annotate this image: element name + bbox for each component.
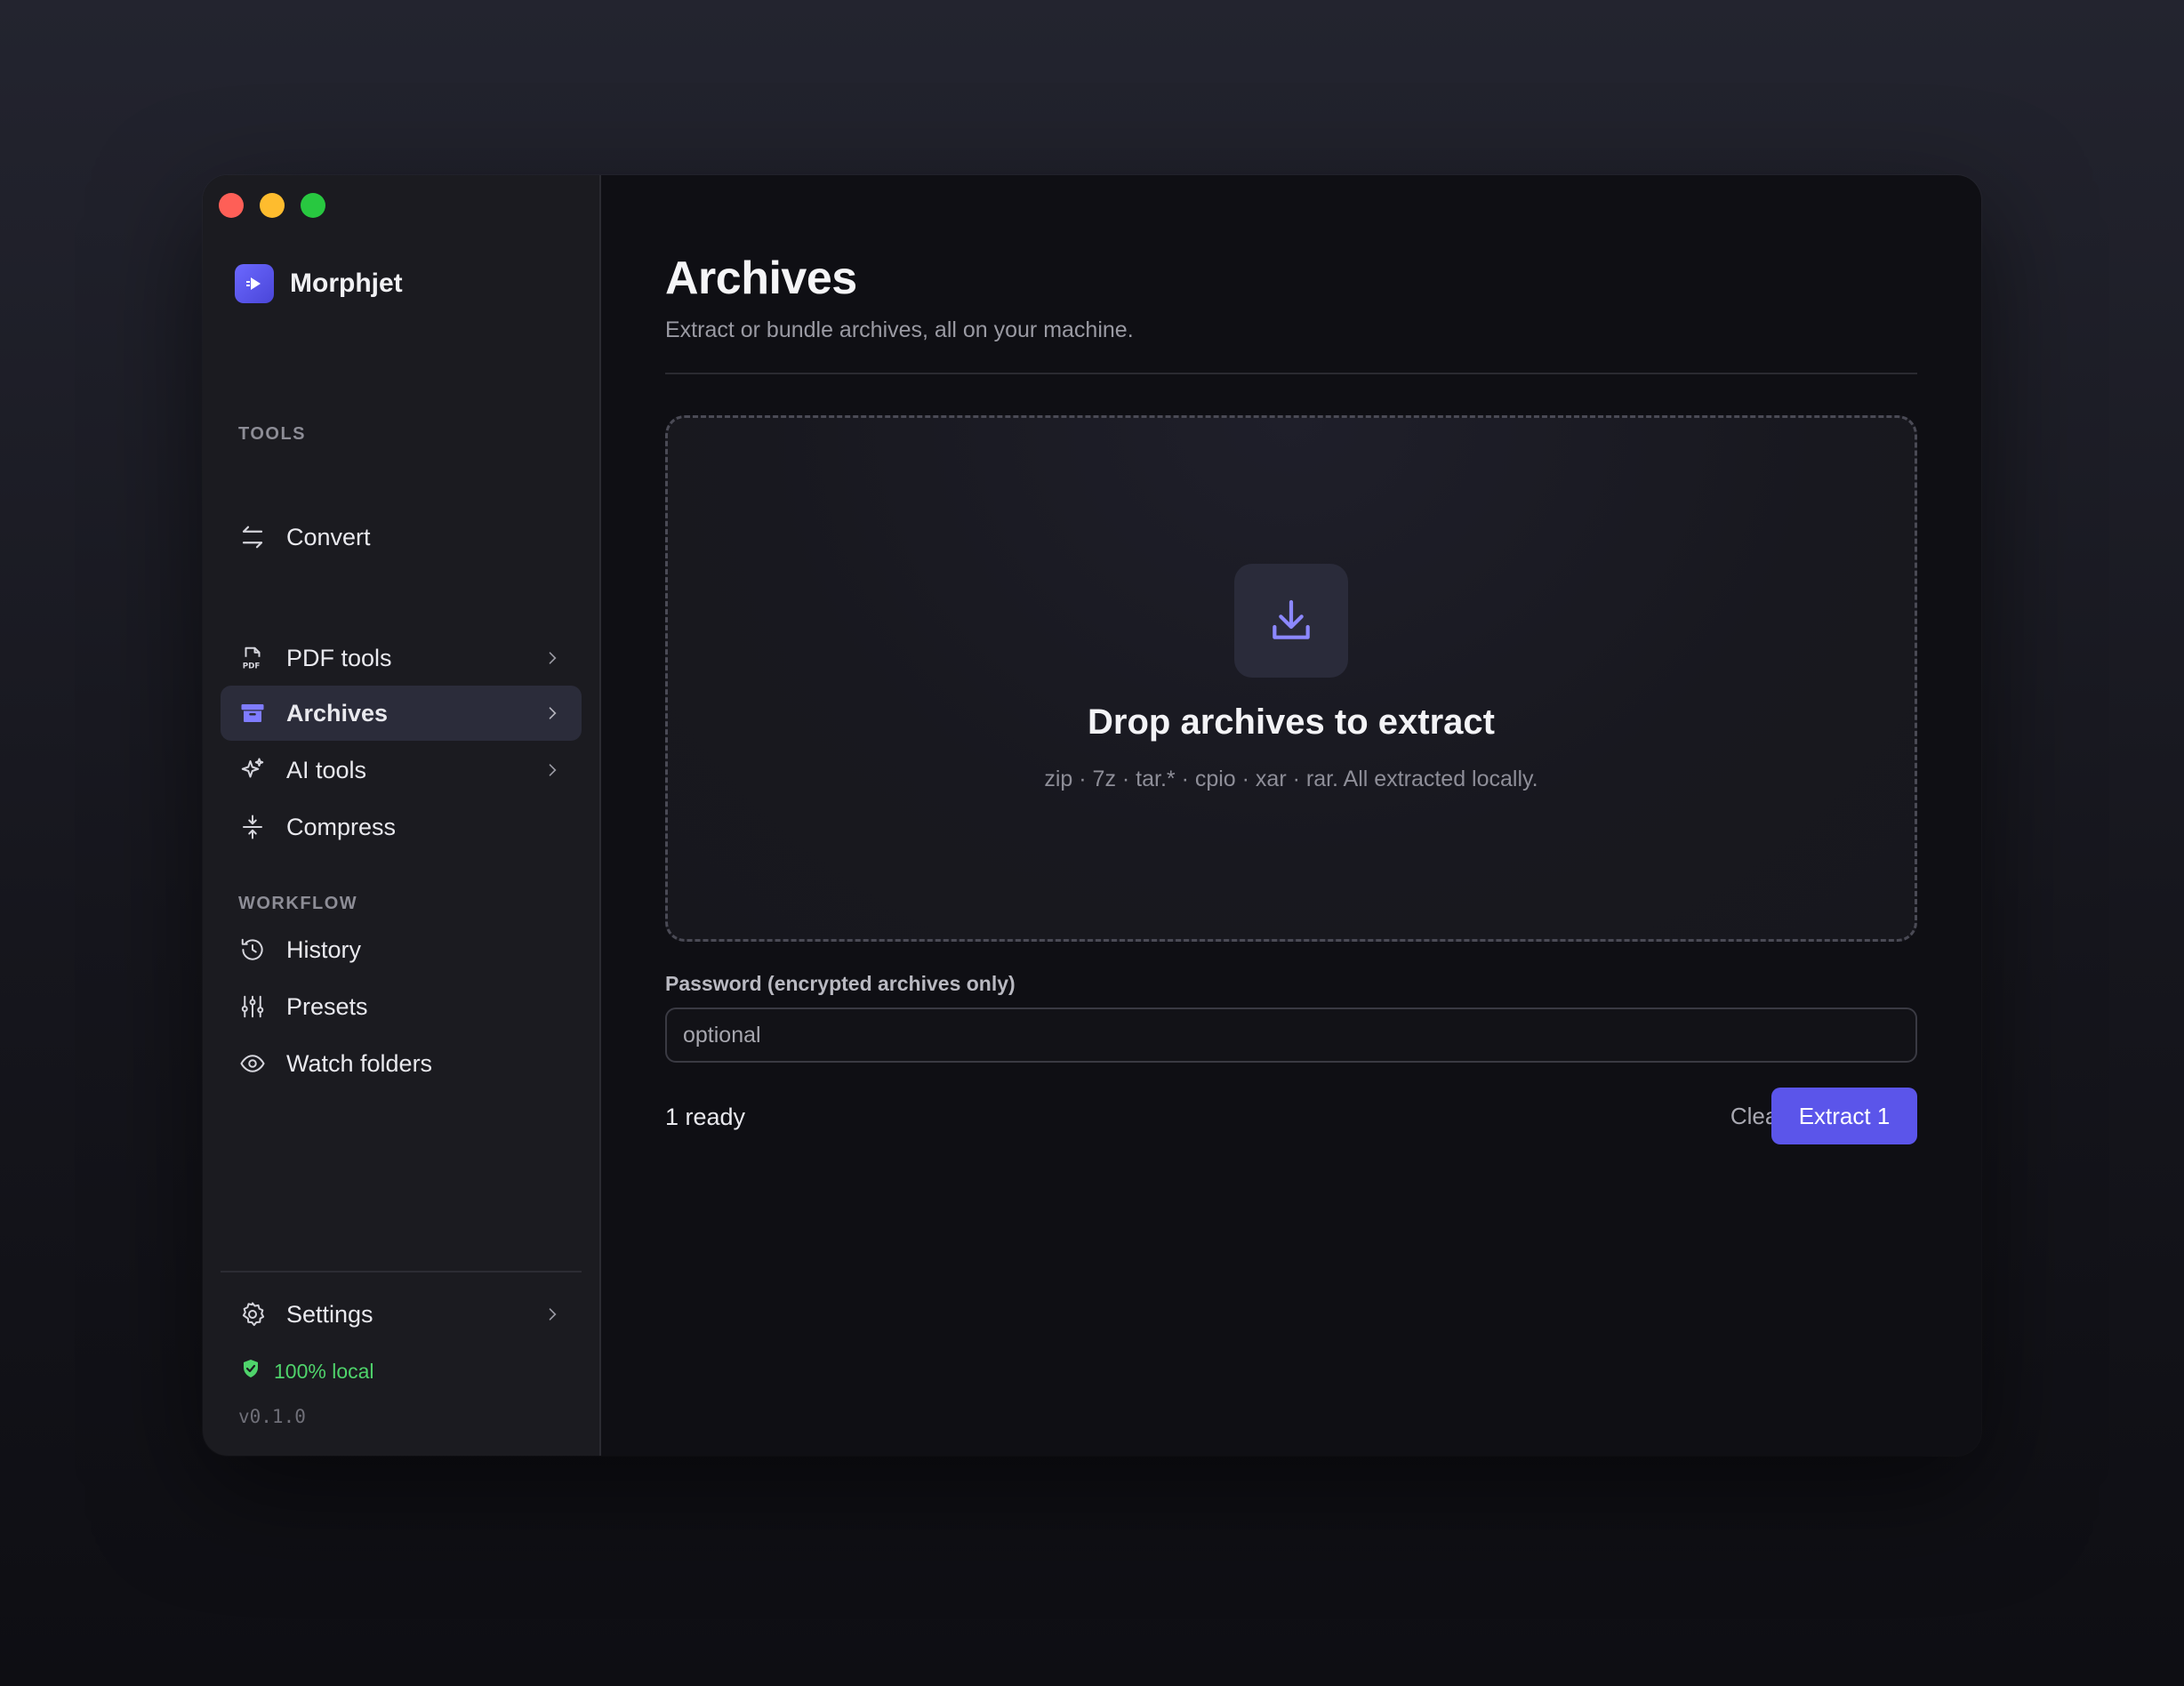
window-controls [219, 193, 325, 218]
extract-button[interactable]: Extract 1 [1771, 1088, 1917, 1144]
app-window: Morphjet Convert TOOLS PDF PDF tools Arc… [203, 175, 1981, 1456]
chevron-right-icon [539, 645, 566, 671]
minimize-window-button[interactable] [260, 193, 285, 218]
sidebar-item-label: AI tools [286, 756, 367, 783]
brand: Morphjet [235, 264, 403, 303]
archive-box-icon [238, 699, 267, 727]
ready-status: 1 ready [665, 1104, 746, 1130]
sidebar-item-pdf-tools[interactable]: PDF PDF tools [221, 630, 582, 686]
dropzone-subtitle: zip · 7z · tar.* · cpio · xar · rar. All… [1044, 767, 1538, 791]
sidebar-divider [221, 1271, 582, 1273]
pdf-file-icon: PDF [238, 644, 267, 672]
arrows-exchange-icon [238, 523, 267, 551]
svg-text:PDF: PDF [243, 662, 261, 670]
chevron-right-icon [539, 700, 566, 727]
sidebar-item-ai-tools[interactable]: AI tools [221, 743, 582, 798]
section-header-workflow: WORKFLOW [238, 894, 358, 913]
sidebar-item-settings[interactable]: Settings [221, 1287, 582, 1342]
sidebar-item-compress[interactable]: Compress [221, 799, 582, 855]
sidebar-item-convert[interactable]: Convert [221, 510, 582, 565]
app-logo-icon [235, 264, 274, 303]
main-panel: Archives Extract or bundle archives, all… [601, 175, 1981, 1456]
local-status-text: 100% local [274, 1359, 374, 1383]
sidebar-item-archives[interactable]: Archives [221, 686, 582, 741]
maximize-window-button[interactable] [301, 193, 325, 218]
gear-icon [238, 1300, 267, 1329]
sidebar-item-label: PDF tools [286, 644, 392, 671]
page-subtitle: Extract or bundle archives, all on your … [665, 317, 1134, 342]
sidebar-item-label: Convert [286, 523, 371, 550]
sidebar-item-history[interactable]: History [221, 922, 582, 977]
app-version: v0.1.0 [238, 1406, 306, 1427]
sidebar-item-presets[interactable]: Presets [221, 979, 582, 1034]
sidebar: Morphjet Convert TOOLS PDF PDF tools Arc… [203, 175, 601, 1456]
shield-check-icon [240, 1358, 261, 1385]
sidebar-item-label: Settings [286, 1300, 373, 1328]
sidebar-item-watch-folders[interactable]: Watch folders [221, 1036, 582, 1091]
download-icon [1234, 564, 1348, 678]
app-name: Morphjet [290, 269, 403, 298]
sliders-icon [238, 992, 267, 1021]
eye-icon [238, 1049, 267, 1078]
sparkles-icon [238, 756, 267, 784]
section-header-tools: TOOLS [238, 424, 307, 444]
chevron-right-icon [539, 1301, 566, 1328]
dropzone-title: Drop archives to extract [1088, 702, 1495, 742]
chevron-right-icon [539, 757, 566, 783]
close-window-button[interactable] [219, 193, 244, 218]
sidebar-item-label: Archives [286, 699, 389, 727]
local-status-badge: 100% local [240, 1358, 374, 1385]
sidebar-item-label: Watch folders [286, 1049, 433, 1077]
sidebar-item-label: Presets [286, 992, 368, 1020]
sidebar-item-label: History [286, 935, 362, 963]
sidebar-item-label: Compress [286, 813, 397, 840]
password-input[interactable] [665, 1008, 1917, 1063]
archive-dropzone[interactable]: Drop archives to extract zip · 7z · tar.… [665, 415, 1917, 942]
page-title: Archives [665, 253, 857, 304]
history-icon [238, 935, 267, 964]
password-label: Password (encrypted archives only) [665, 972, 1016, 995]
header-divider [665, 373, 1917, 374]
compress-icon [238, 813, 267, 841]
